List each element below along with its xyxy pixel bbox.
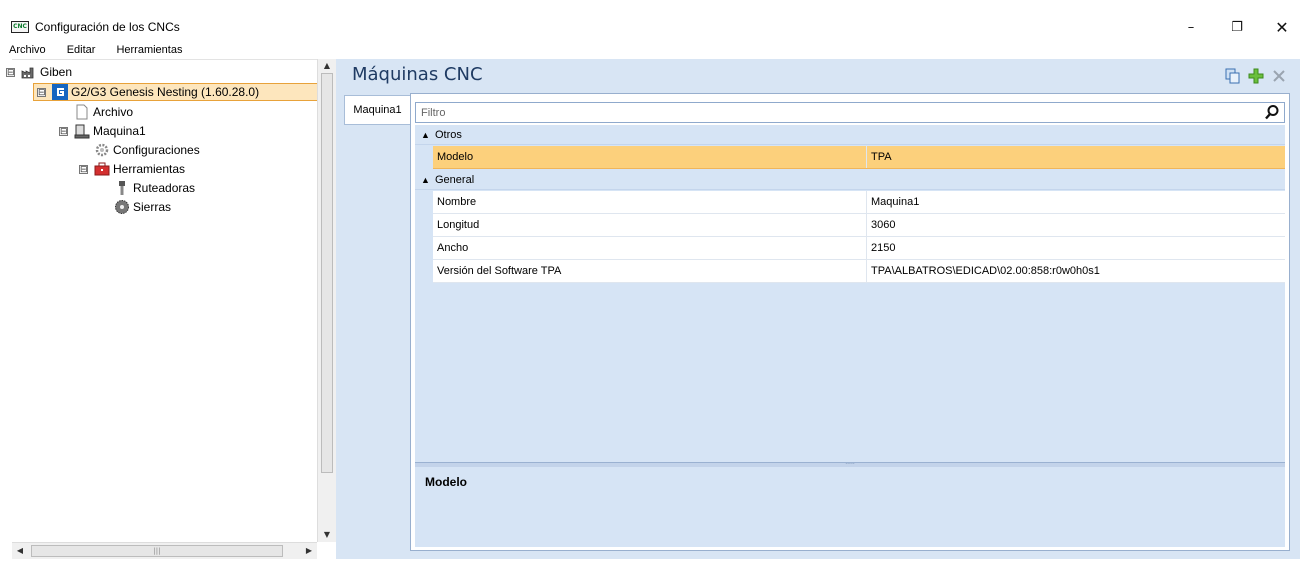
- property-name: Modelo: [433, 146, 867, 168]
- tree-item-ruteadoras[interactable]: Ruteadoras: [114, 179, 195, 197]
- property-row-longitud[interactable]: Longitud 3060: [433, 214, 1285, 237]
- tree-item-label: Maquina1: [93, 124, 146, 138]
- add-button[interactable]: [1247, 67, 1265, 85]
- collapse-icon[interactable]: ⊟: [59, 126, 68, 136]
- property-value[interactable]: TPA: [867, 151, 892, 163]
- main-panel: Máquinas CNC Maquina1 Filtro ▲ Otros Mod…: [336, 59, 1300, 559]
- title-bar: CNC Configuración de los CNCs – ❐ ✕: [0, 14, 1305, 40]
- machine-icon: [74, 123, 90, 139]
- tree-item-label: Ruteadoras: [133, 181, 196, 195]
- scroll-left-icon[interactable]: ◀: [12, 543, 28, 559]
- menu-herramientas[interactable]: Herramientas: [116, 44, 182, 56]
- tree-item-label: G2/G3 Genesis Nesting (1.60.28.0): [71, 85, 260, 99]
- property-grid: ▲ Otros Modelo TPA ▲ General Nombre Maqu…: [415, 125, 1285, 462]
- scroll-up-icon[interactable]: ▲: [318, 59, 336, 73]
- menu-editar[interactable]: Editar: [67, 44, 96, 56]
- file-icon: [74, 104, 90, 120]
- collapse-icon[interactable]: ⊟: [37, 87, 46, 97]
- tree-item-label: Archivo: [93, 105, 134, 119]
- tree-item-genesis-nesting[interactable]: ⊟ G2/G3 Genesis Nesting (1.60.28.0): [33, 83, 318, 101]
- tree-horizontal-scrollbar[interactable]: ◀ ||| ▶: [12, 542, 317, 559]
- copy-button[interactable]: [1224, 67, 1242, 85]
- tree-vertical-scrollbar[interactable]: ▲ ▼: [317, 59, 336, 542]
- gear-icon: [94, 142, 110, 158]
- tree-item-sierras[interactable]: Sierras: [114, 198, 171, 216]
- page-title: Máquinas CNC: [352, 64, 483, 85]
- tree-item-giben[interactable]: ⊟ Giben: [6, 63, 72, 81]
- property-name: Longitud: [433, 214, 867, 236]
- description-panel: Modelo: [415, 467, 1285, 547]
- property-name: Nombre: [433, 191, 867, 213]
- close-icon: [1273, 70, 1285, 82]
- app-icon: CNC: [11, 21, 29, 33]
- copy-icon: [1225, 68, 1240, 84]
- property-value[interactable]: 3060: [867, 219, 895, 231]
- scroll-right-icon[interactable]: ▶: [301, 543, 317, 559]
- chevron-up-icon[interactable]: ▲: [421, 175, 435, 185]
- delete-button[interactable]: [1270, 67, 1288, 85]
- filter-placeholder: Filtro: [421, 106, 446, 119]
- property-value[interactable]: Maquina1: [867, 196, 919, 208]
- scroll-down-icon[interactable]: ▼: [318, 528, 336, 542]
- collapse-icon[interactable]: ⊟: [79, 164, 88, 174]
- tree-item-label: Herramientas: [113, 162, 186, 176]
- toolbox-icon: [94, 161, 110, 177]
- filter-input[interactable]: Filtro: [415, 102, 1285, 123]
- tree-item-label: Giben: [40, 65, 73, 79]
- property-row-modelo[interactable]: Modelo TPA: [433, 146, 1285, 169]
- chevron-up-icon[interactable]: ▲: [421, 130, 435, 140]
- plus-icon: [1248, 68, 1264, 84]
- menu-archivo[interactable]: Archivo: [9, 44, 46, 56]
- minimize-button[interactable]: –: [1168, 14, 1214, 40]
- category-label: General: [435, 173, 475, 186]
- close-button[interactable]: ✕: [1259, 14, 1305, 40]
- collapse-icon[interactable]: ⊟: [6, 67, 15, 77]
- description-title: Modelo: [425, 475, 467, 489]
- property-value[interactable]: TPA\ALBATROS\EDICAD\02.00:858:r0w0h0s1: [867, 265, 1100, 277]
- maximize-button[interactable]: ❐: [1214, 14, 1260, 40]
- saw-blade-icon: [114, 199, 130, 215]
- menu-bar: Archivo Editar Herramientas: [0, 40, 1305, 59]
- scroll-thumb[interactable]: [321, 73, 333, 473]
- tree-item-configuraciones[interactable]: Configuraciones: [94, 141, 200, 159]
- machine-tabs: Maquina1: [344, 95, 410, 555]
- tree-item-label: Configuraciones: [113, 143, 200, 157]
- category-otros[interactable]: ▲ Otros: [415, 125, 1285, 145]
- category-label: Otros: [435, 128, 462, 141]
- router-bit-icon: [114, 180, 130, 196]
- property-panel: Filtro ▲ Otros Modelo TPA ▲ General Nomb…: [410, 93, 1290, 551]
- property-row-version-software[interactable]: Versión del Software TPA TPA\ALBATROS\ED…: [433, 260, 1285, 283]
- tree-panel: ⊟ Giben ⊟ G2/G3 Genesis Nesting (1.60.28…: [6, 59, 318, 542]
- tree-item-maquina1[interactable]: ⊟ Maquina1: [59, 122, 146, 140]
- property-row-ancho[interactable]: Ancho 2150: [433, 237, 1285, 260]
- scroll-thumb[interactable]: |||: [31, 545, 283, 557]
- toolbar: [1224, 67, 1288, 85]
- window-title: Configuración de los CNCs: [35, 20, 180, 34]
- genesis-logo-icon: [52, 84, 68, 100]
- tab-maquina1[interactable]: Maquina1: [344, 95, 410, 125]
- category-general[interactable]: ▲ General: [415, 170, 1285, 190]
- search-icon[interactable]: [1264, 104, 1280, 120]
- property-name: Versión del Software TPA: [433, 260, 867, 282]
- property-value[interactable]: 2150: [867, 242, 895, 254]
- property-name: Ancho: [433, 237, 867, 259]
- tree-item-archivo[interactable]: Archivo: [74, 103, 133, 121]
- tree-item-herramientas[interactable]: ⊟ Herramientas: [79, 160, 185, 178]
- factory-icon: [21, 64, 37, 80]
- tree-item-label: Sierras: [133, 200, 172, 214]
- property-row-nombre[interactable]: Nombre Maquina1: [433, 191, 1285, 214]
